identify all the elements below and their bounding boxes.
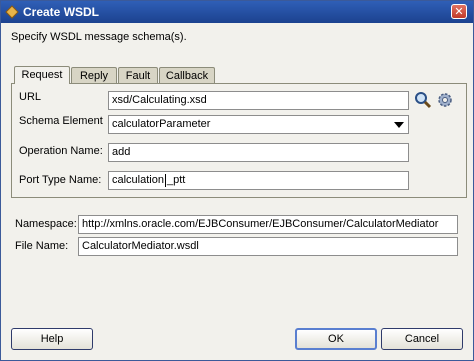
namespace-label: Namespace: (15, 218, 77, 230)
help-button[interactable]: Help (11, 328, 93, 350)
port-type-value-start: calculation (112, 174, 164, 186)
ok-button[interactable]: OK (295, 328, 377, 350)
port-type-value-end: _ptt (166, 174, 186, 186)
title-bar: Create WSDL ✕ (1, 1, 473, 23)
instruction-text: Specify WSDL message schema(s). (11, 31, 187, 43)
url-label: URL (19, 91, 42, 103)
operation-name-label: Operation Name: (19, 145, 103, 157)
port-type-name-label: Port Type Name: (19, 174, 102, 186)
close-button[interactable]: ✕ (451, 4, 467, 19)
cancel-button[interactable]: Cancel (381, 328, 463, 350)
tab-fault[interactable]: Fault (118, 67, 158, 83)
tab-request[interactable]: Request (14, 66, 70, 84)
file-name-field[interactable]: CalculatorMediator.wsdl (78, 237, 458, 256)
window-title: Create WSDL (23, 5, 100, 19)
text-caret (164, 174, 166, 187)
tab-callback[interactable]: Callback (159, 67, 215, 83)
schema-element-value: calculatorParameter (112, 118, 211, 130)
port-type-name-field[interactable]: calculation _ptt (108, 171, 409, 190)
schema-element-label: Schema Element (19, 115, 103, 127)
url-field[interactable]: xsd/Calculating.xsd (108, 91, 409, 110)
create-wsdl-dialog: Create WSDL ✕ Specify WSDL message schem… (0, 0, 474, 361)
request-tab-panel: URL xsd/Calculating.xsd Schema Element c… (11, 83, 467, 198)
tab-reply[interactable]: Reply (71, 67, 117, 83)
gear-icon[interactable] (436, 91, 454, 109)
operation-name-field[interactable]: add (108, 143, 409, 162)
namespace-field[interactable]: http://xmlns.oracle.com/EJBConsumer/EJBC… (78, 215, 458, 234)
chevron-down-icon (394, 122, 404, 128)
schema-element-select[interactable]: calculatorParameter (108, 115, 409, 134)
file-name-label: File Name: (15, 240, 69, 252)
wsdl-app-icon (5, 5, 19, 19)
search-icon[interactable] (414, 91, 432, 109)
